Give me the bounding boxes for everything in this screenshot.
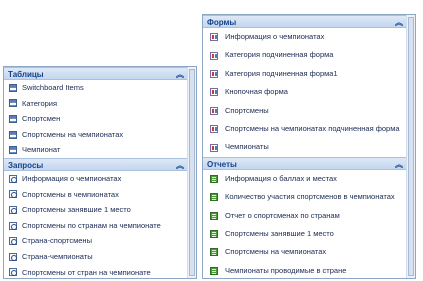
nav-item-label: Категория подчиненная форма <box>225 50 334 60</box>
form-icon <box>210 143 218 152</box>
vertical-scrollbar[interactable] <box>406 15 415 278</box>
table-icon <box>9 99 17 108</box>
navigation-pane-right: Формы ︽ Информация о чемпионатах Категор… <box>202 14 416 279</box>
form-icon <box>210 125 218 134</box>
group-header-forms[interactable]: Формы ︽ <box>203 15 406 28</box>
group-header-reports[interactable]: Отчеты ︽ <box>203 156 406 170</box>
nav-item-form[interactable]: Чемпионаты <box>203 138 406 156</box>
navigation-pane-content: Формы ︽ Информация о чемпионатах Категор… <box>203 15 406 278</box>
query-icon <box>9 237 17 246</box>
form-icon <box>210 69 218 78</box>
nav-item-label: Количество участия спортсменов в чемпион… <box>225 192 395 202</box>
nav-item-table[interactable]: Switchboard Items <box>4 80 187 96</box>
nav-item-label: Категория <box>22 98 58 108</box>
nav-item-label: Спортсмены <box>225 105 269 115</box>
nav-item-query[interactable]: Информация о чемпионатах <box>4 171 187 187</box>
nav-item-table[interactable]: Чемпионат <box>4 142 187 158</box>
report-icon <box>210 174 218 183</box>
nav-item-report[interactable]: Количество участия спортсменов в чемпион… <box>203 188 406 206</box>
table-icon <box>9 83 17 92</box>
nav-item-form[interactable]: Спортсмены на чемпионатах подчиненная фо… <box>203 120 406 138</box>
nav-item-label: Чемпионат <box>22 145 61 155</box>
nav-item-report[interactable]: Спортсмены занявшие 1 место <box>203 225 406 243</box>
group-header-tables[interactable]: Таблицы ︽ <box>4 67 187 80</box>
nav-item-table[interactable]: Спортсмен <box>4 111 187 127</box>
query-icon <box>9 268 17 277</box>
query-icon <box>9 252 17 261</box>
nav-item-report[interactable]: Чемпионаты проводимые в стране <box>203 262 406 278</box>
scrollbar-thumb[interactable] <box>408 17 414 276</box>
nav-item-label: Спортсмены на чемпионатах подчиненная фо… <box>225 123 400 133</box>
nav-item-label: Кнопочная форма <box>225 87 288 97</box>
report-icon <box>210 248 218 257</box>
nav-item-report[interactable]: Спортсмены на чемпионатах <box>203 243 406 261</box>
nav-item-label: Информация о чемпионатах <box>22 173 122 183</box>
query-icon <box>9 174 17 183</box>
nav-item-table[interactable]: Спортсмены на чемпионатах <box>4 127 187 143</box>
nav-item-label: Спортсмены по странам на чемпионате <box>22 220 161 230</box>
nav-item-label: Спортсмены от стран на чемпионате <box>22 267 151 277</box>
nav-item-label: Информация о чемпионатах <box>225 32 325 41</box>
report-icon <box>210 266 218 275</box>
nav-item-query[interactable]: Спортсмены в чемпионатах <box>4 187 187 203</box>
navigation-pane-left: Таблицы ︽ Switchboard Items Категория Сп… <box>3 66 197 279</box>
group-title: Формы <box>207 18 237 27</box>
nav-item-form[interactable]: Кнопочная форма <box>203 83 406 101</box>
nav-item-label: Спортсмены на чемпионатах <box>225 247 327 257</box>
query-icon <box>9 205 17 214</box>
scrollbar-thumb[interactable] <box>189 69 195 276</box>
nav-item-form[interactable]: Категория подчиненная форма <box>203 46 406 64</box>
nav-item-query[interactable]: Спортсмены по странам на чемпионате <box>4 218 187 234</box>
nav-item-label: Страна-спортсмены <box>22 236 92 246</box>
form-icon <box>210 33 218 42</box>
form-icon <box>210 88 218 97</box>
nav-item-form[interactable]: Информация о чемпионатах <box>203 28 406 46</box>
nav-item-label: Страна-чемпионаты <box>22 251 93 261</box>
vertical-scrollbar[interactable] <box>187 67 196 278</box>
nav-item-form[interactable]: Категория подчиненная форма1 <box>203 65 406 83</box>
nav-item-query[interactable]: Страна-спортсмены <box>4 233 187 249</box>
report-icon <box>210 193 218 202</box>
nav-item-label: Спортсмены занявшие 1 место <box>22 205 131 215</box>
group-title: Отчеты <box>207 159 237 169</box>
nav-item-label: Спортсмены занявшие 1 место <box>225 228 334 238</box>
group-title: Таблицы <box>8 70 44 79</box>
group-header-queries[interactable]: Запросы ︽ <box>4 157 187 171</box>
nav-item-table[interactable]: Категория <box>4 96 187 112</box>
nav-item-label: Спортсмены на чемпионатах <box>22 129 124 139</box>
nav-item-label: Спортсмен <box>22 114 61 124</box>
report-icon <box>210 211 218 220</box>
query-icon <box>9 190 17 199</box>
nav-item-form[interactable]: Спортсмены <box>203 102 406 120</box>
nav-item-query[interactable]: Страна-чемпионаты <box>4 249 187 265</box>
query-icon <box>9 221 17 230</box>
table-icon <box>9 130 17 139</box>
report-icon <box>210 230 218 239</box>
navigation-pane-content: Таблицы ︽ Switchboard Items Категория Сп… <box>4 67 187 278</box>
nav-item-label: Отчет о спортсменах по странам <box>225 210 340 220</box>
group-title: Запросы <box>8 160 44 170</box>
nav-item-label: Спортсмены в чемпионатах <box>22 189 119 199</box>
table-icon <box>9 114 17 123</box>
nav-item-label: Чемпионаты <box>225 142 269 152</box>
nav-item-label: Информация о баллах и местах <box>225 173 337 183</box>
form-icon <box>210 51 218 60</box>
nav-item-report[interactable]: Информация о баллах и местах <box>203 170 406 188</box>
nav-item-query[interactable]: Спортсмены занявшие 1 место <box>4 202 187 218</box>
form-icon <box>210 106 218 115</box>
table-icon <box>9 146 17 155</box>
nav-item-label: Категория подчиненная форма1 <box>225 68 338 78</box>
nav-item-query[interactable]: Спортсмены от стран на чемпионате <box>4 265 187 278</box>
nav-item-label: Switchboard Items <box>22 83 84 92</box>
nav-item-report[interactable]: Отчет о спортсменах по странам <box>203 207 406 225</box>
nav-item-label: Чемпионаты проводимые в стране <box>225 265 347 275</box>
